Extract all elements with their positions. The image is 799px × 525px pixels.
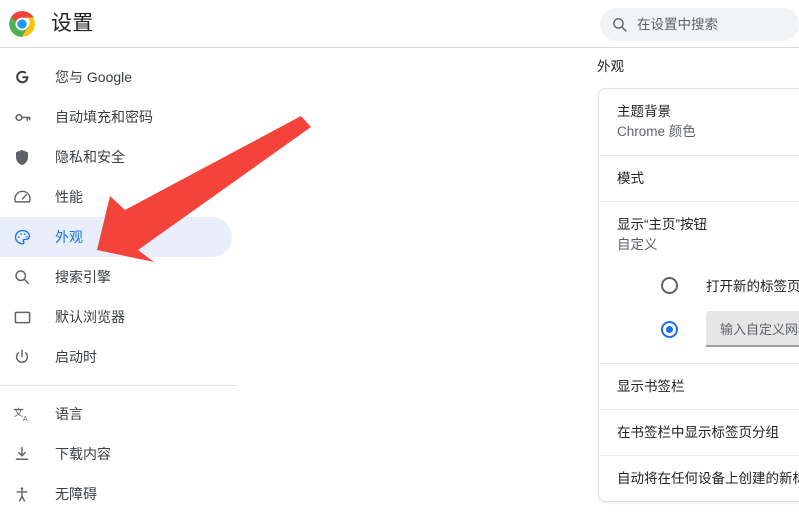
sidebar-item-label: 隐私和安全 (55, 149, 125, 165)
row-title: 显示“主页”按钮 (617, 217, 707, 232)
search-icon (613, 18, 627, 32)
row-theme[interactable]: 主题背景 Chrome 颜色 (599, 89, 799, 156)
sidebar-item-label: 外观 (55, 229, 83, 245)
search-input[interactable] (637, 12, 787, 37)
appearance-card: 主题背景 Chrome 颜色 模式 显示“主页”按钮 自定义 打开新的标签页 输… (598, 88, 799, 502)
sidebar-item-downloads[interactable]: 下载内容 (0, 434, 232, 474)
window-icon (12, 307, 32, 327)
page-title: 设置 (51, 12, 94, 35)
row-title: 显示书签栏 (617, 379, 685, 394)
row-title: 自动将在任何设备上创建的新标 (617, 471, 799, 486)
row-show-home-button[interactable]: 显示“主页”按钮 自定义 (599, 202, 799, 261)
row-title: 在书签栏中显示标签页分组 (617, 425, 779, 440)
palette-icon (12, 227, 32, 247)
chrome-logo-icon (9, 11, 35, 37)
row-auto-new-tab-devices[interactable]: 自动将在任何设备上创建的新标 (599, 456, 799, 501)
sidebar-item-label: 搜索引擎 (55, 269, 111, 285)
speedometer-icon (12, 187, 32, 207)
sidebar-item-label: 无障碍 (55, 486, 97, 502)
radio-new-tab[interactable] (661, 276, 678, 294)
sidebar-item-label: 语言 (55, 406, 83, 422)
sidebar-group-secondary: 文 A 语言 下载内容 无障碍 (0, 394, 260, 514)
row-mode[interactable]: 模式 (599, 156, 799, 202)
sidebar-item-accessibility[interactable]: 无障碍 (0, 474, 232, 514)
row-title: 模式 (617, 171, 644, 186)
row-subtitle: Chrome 颜色 (617, 124, 696, 139)
appearance-settings-panel: 外观 主题背景 Chrome 颜色 模式 显示“主页”按钮 自定义 打开新的标签… (580, 49, 799, 525)
sidebar-item-privacy-security[interactable]: 隐私和安全 (0, 137, 232, 177)
radio-label: 打开新的标签页 (706, 279, 799, 294)
sidebar-item-appearance[interactable]: 外观 (0, 217, 232, 257)
key-icon (12, 107, 32, 127)
sidebar-item-label: 默认浏览器 (55, 309, 125, 325)
radio-custom-url[interactable] (661, 320, 678, 338)
search-box[interactable] (600, 8, 799, 41)
home-option-new-tab[interactable]: 打开新的标签页 (599, 267, 799, 303)
sidebar-item-label: 您与 Google (55, 69, 133, 85)
google-g-icon (12, 67, 32, 87)
sidebar-item-languages[interactable]: 文 A 语言 (0, 394, 232, 434)
row-show-bookmarks-bar[interactable]: 显示书签栏 (599, 363, 799, 410)
settings-window: 设置 您与 Google (0, 0, 799, 525)
sidebar-item-label: 下载内容 (55, 446, 111, 462)
home-option-custom-url[interactable]: 输入自定义网址 (599, 303, 799, 363)
sidebar-item-search-engine[interactable]: 搜索引擎 (0, 257, 232, 297)
accessibility-icon (12, 484, 32, 504)
sidebar-item-performance[interactable]: 性能 (0, 177, 232, 217)
sidebar-item-label: 自动填充和密码 (55, 109, 153, 125)
translate-icon: 文 A (12, 404, 32, 424)
row-title: 主题背景 (617, 104, 671, 119)
power-icon (12, 347, 32, 367)
sidebar-item-on-startup[interactable]: 启动时 (0, 337, 232, 377)
sidebar-group-primary: 您与 Google 自动填充和密码 隐私和安全 性能 外观 搜索引擎 默认浏览器… (0, 49, 260, 377)
top-bar: 设置 (0, 0, 799, 48)
sidebar-item-label: 性能 (55, 189, 83, 205)
sidebar-item-you-and-google[interactable]: 您与 Google (0, 57, 232, 97)
search-icon (12, 267, 32, 287)
sidebar-item-default-browser[interactable]: 默认浏览器 (0, 297, 232, 337)
row-subtitle: 自定义 (617, 237, 658, 252)
svg-text:A: A (22, 414, 27, 422)
sidebar-divider (0, 385, 236, 386)
custom-url-input[interactable]: 输入自定义网址 (706, 311, 799, 347)
sidebar-item-label: 启动时 (55, 349, 97, 365)
row-show-tab-groups-in-bookmarks[interactable]: 在书签栏中显示标签页分组 (599, 410, 799, 456)
shield-icon (12, 147, 32, 167)
section-title: 外观 (597, 59, 624, 74)
sidebar-item-autofill-passwords[interactable]: 自动填充和密码 (0, 97, 232, 137)
download-icon (12, 444, 32, 464)
settings-sidebar: 您与 Google 自动填充和密码 隐私和安全 性能 外观 搜索引擎 默认浏览器… (0, 49, 260, 525)
